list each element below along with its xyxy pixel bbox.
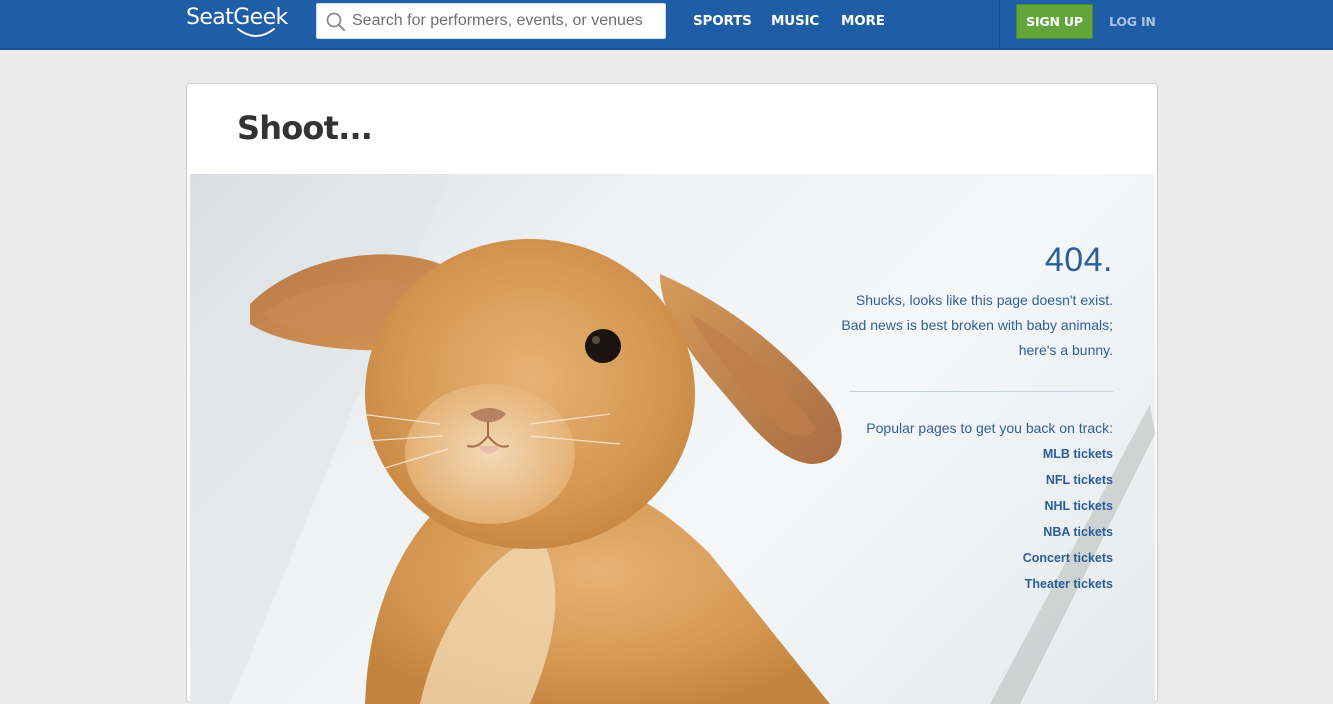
search-input[interactable] bbox=[352, 4, 657, 38]
top-navigation-bar: SeatGeek SPORTS MUSIC MORE SIGN UP LOG I… bbox=[0, 0, 1333, 50]
error-info-panel: 404. Shucks, looks like this page doesn'… bbox=[793, 240, 1113, 597]
error-message-line: Shucks, looks like this page doesn't exi… bbox=[855, 292, 1113, 308]
search-box bbox=[316, 3, 666, 39]
error-message: Shucks, looks like this page doesn't exi… bbox=[793, 288, 1113, 363]
log-in-link[interactable]: LOG IN bbox=[1109, 14, 1156, 29]
error-message-line: here's a bunny. bbox=[1018, 342, 1113, 358]
nav-sports[interactable]: SPORTS bbox=[693, 13, 752, 29]
header-divider bbox=[999, 0, 1000, 48]
concert-tickets-link[interactable]: Concert tickets bbox=[1023, 551, 1113, 565]
error-message-line: Bad news is best broken with baby animal… bbox=[841, 317, 1113, 333]
nav-music[interactable]: MUSIC bbox=[771, 13, 819, 29]
search-icon bbox=[326, 12, 345, 31]
list-item: Theater tickets bbox=[793, 571, 1113, 597]
nfl-tickets-link[interactable]: NFL tickets bbox=[1046, 473, 1113, 487]
theater-tickets-link[interactable]: Theater tickets bbox=[1025, 577, 1113, 591]
mlb-tickets-link[interactable]: MLB tickets bbox=[1043, 447, 1113, 461]
nav-more[interactable]: MORE bbox=[841, 13, 885, 29]
nba-tickets-link[interactable]: NBA tickets bbox=[1043, 525, 1113, 539]
error-code: 404. bbox=[1044, 241, 1113, 279]
logo-smile-icon bbox=[237, 28, 275, 37]
page-title: Shoot... bbox=[237, 109, 373, 147]
error-card: Shoot... 404. Shucks, looks like this pa… bbox=[186, 83, 1158, 704]
list-item: NFL tickets bbox=[793, 467, 1113, 493]
seatgeek-logo[interactable]: SeatGeek bbox=[186, 2, 296, 42]
list-item: NBA tickets bbox=[793, 519, 1113, 545]
popular-links-list: MLB tickets NFL tickets NHL tickets NBA … bbox=[793, 441, 1113, 597]
popular-pages-heading: Popular pages to get you back on track: bbox=[866, 420, 1113, 436]
list-item: MLB tickets bbox=[793, 441, 1113, 467]
bunny-hero: 404. Shucks, looks like this page doesn'… bbox=[190, 174, 1155, 704]
list-item: Concert tickets bbox=[793, 545, 1113, 571]
list-item: NHL tickets bbox=[793, 493, 1113, 519]
nhl-tickets-link[interactable]: NHL tickets bbox=[1044, 499, 1113, 513]
section-divider bbox=[849, 391, 1113, 392]
sign-up-button[interactable]: SIGN UP bbox=[1016, 4, 1093, 39]
